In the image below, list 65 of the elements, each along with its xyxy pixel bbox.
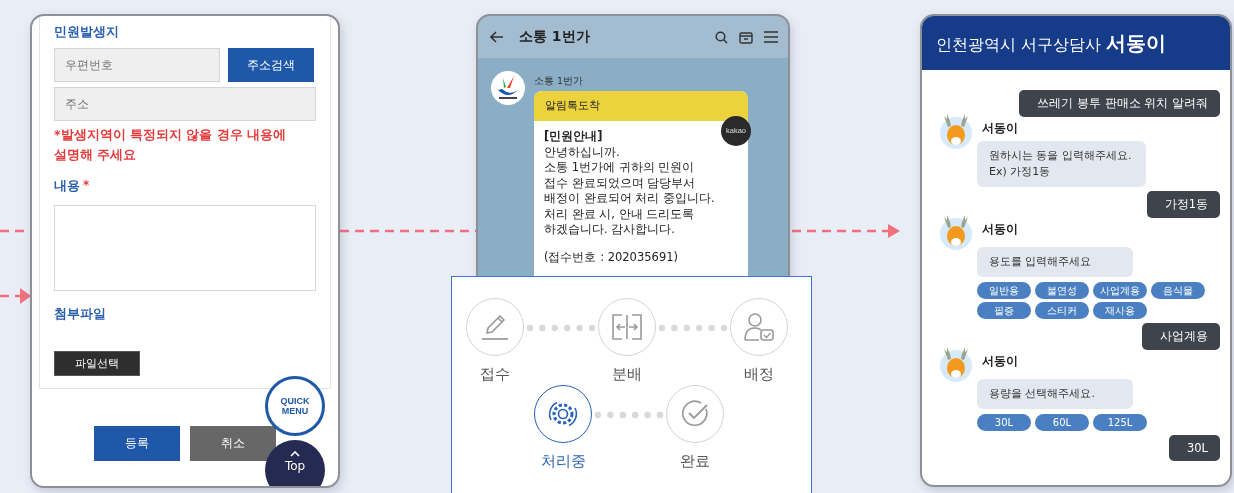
user-message: 사업계용 xyxy=(1142,323,1220,350)
cancel-button[interactable]: 취소 xyxy=(190,426,276,461)
step-label: 처리중 xyxy=(540,452,586,471)
bot-message: 용도를 입력해주세요 xyxy=(977,247,1133,277)
postcode-field[interactable]: 우편번호 xyxy=(54,48,220,82)
message-line: 안녕하십니까. xyxy=(544,144,621,160)
chatbot-title: 인천광역시 서구상담사 서동이 xyxy=(936,29,1167,57)
message-line: 하겠습니다. 감사합니다. xyxy=(544,222,676,238)
user-message: 가정1동 xyxy=(1146,191,1220,218)
option-chip[interactable]: 일반용 xyxy=(977,282,1031,299)
step-label: 접수 xyxy=(480,365,510,384)
logo-avatar-icon xyxy=(490,70,526,106)
user-check-icon xyxy=(743,312,775,342)
dotted-connector xyxy=(526,324,596,332)
option-chip[interactable]: 스티커 xyxy=(1035,302,1089,319)
card-header: 알림톡도착 xyxy=(534,91,748,121)
message-line: 배정이 완료되어 처리 중입니다. xyxy=(544,191,716,207)
option-chip[interactable]: 음식물 xyxy=(1151,282,1205,299)
notice-text: *발생지역이 특정되지 않을 경우 내용에 설명해 주세요 xyxy=(54,126,287,164)
address-search-button[interactable]: 주소검색 xyxy=(228,48,314,82)
bot-name: 서동이 xyxy=(982,220,1018,238)
option-chip[interactable]: 60L xyxy=(1035,414,1089,431)
bot-name: 서동이 xyxy=(982,119,1018,137)
dashed-arrow xyxy=(0,288,31,304)
top-button[interactable]: Top xyxy=(265,440,325,486)
option-chip[interactable]: 필증 xyxy=(977,302,1031,319)
field-label: 내용 xyxy=(54,178,80,195)
field-label: 민원발생지 xyxy=(54,24,120,41)
deer-avatar-icon xyxy=(938,113,974,149)
receipt-number: (접수번호 : 202035691) xyxy=(544,249,679,265)
content-field[interactable] xyxy=(54,205,316,291)
menu-icon[interactable] xyxy=(764,31,778,43)
option-chip[interactable]: 재사용 xyxy=(1093,302,1147,319)
sender-name: 소통 1번가 xyxy=(534,75,585,88)
bot-name: 서동이 xyxy=(982,352,1018,370)
option-chip[interactable]: 30L xyxy=(977,414,1031,431)
option-chip[interactable]: 불연성 xyxy=(1035,282,1089,299)
dotted-connector xyxy=(594,411,664,419)
caret-icon xyxy=(290,451,300,457)
message-line: 접수 완료되었으며 담당부서 xyxy=(544,175,697,191)
drawer-icon[interactable] xyxy=(739,30,753,44)
deer-avatar-icon xyxy=(938,346,974,382)
address-field[interactable]: 주소 xyxy=(54,87,316,121)
option-chip[interactable]: 사업계용 xyxy=(1093,282,1147,299)
user-message: 쓰레기 봉투 판매소 위치 알려줘 xyxy=(1019,90,1220,117)
bot-message: 원하시는 동을 입력해주세요. Ex) 가정1동 xyxy=(977,141,1146,187)
required-mark: * xyxy=(83,178,90,194)
step-label: 분배 xyxy=(612,365,642,384)
submit-button[interactable]: 등록 xyxy=(94,426,180,461)
step-label: 배정 xyxy=(744,365,774,384)
file-select-button[interactable]: 파일선택 xyxy=(54,351,140,376)
split-arrows-icon xyxy=(612,314,642,340)
message-line: 소통 1번가에 귀하의 민원이 xyxy=(544,160,696,176)
message-line: 처리 완료 시, 안내 드리도록 xyxy=(544,206,696,222)
step-label: 완료 xyxy=(680,452,710,471)
search-icon[interactable] xyxy=(715,30,728,44)
quick-menu-button[interactable]: QUICK MENU xyxy=(265,376,325,436)
user-message: 30L xyxy=(1168,435,1220,461)
option-chip[interactable]: 125L xyxy=(1093,414,1147,431)
deer-avatar-icon xyxy=(938,214,974,250)
back-arrow-icon[interactable] xyxy=(490,31,504,43)
dotted-connector xyxy=(658,324,728,332)
chat-title: 소통 1번가 xyxy=(519,28,590,46)
bot-message: 용량을 선택해주세요. xyxy=(977,379,1133,409)
field-label: 첨부파일 xyxy=(54,306,107,323)
